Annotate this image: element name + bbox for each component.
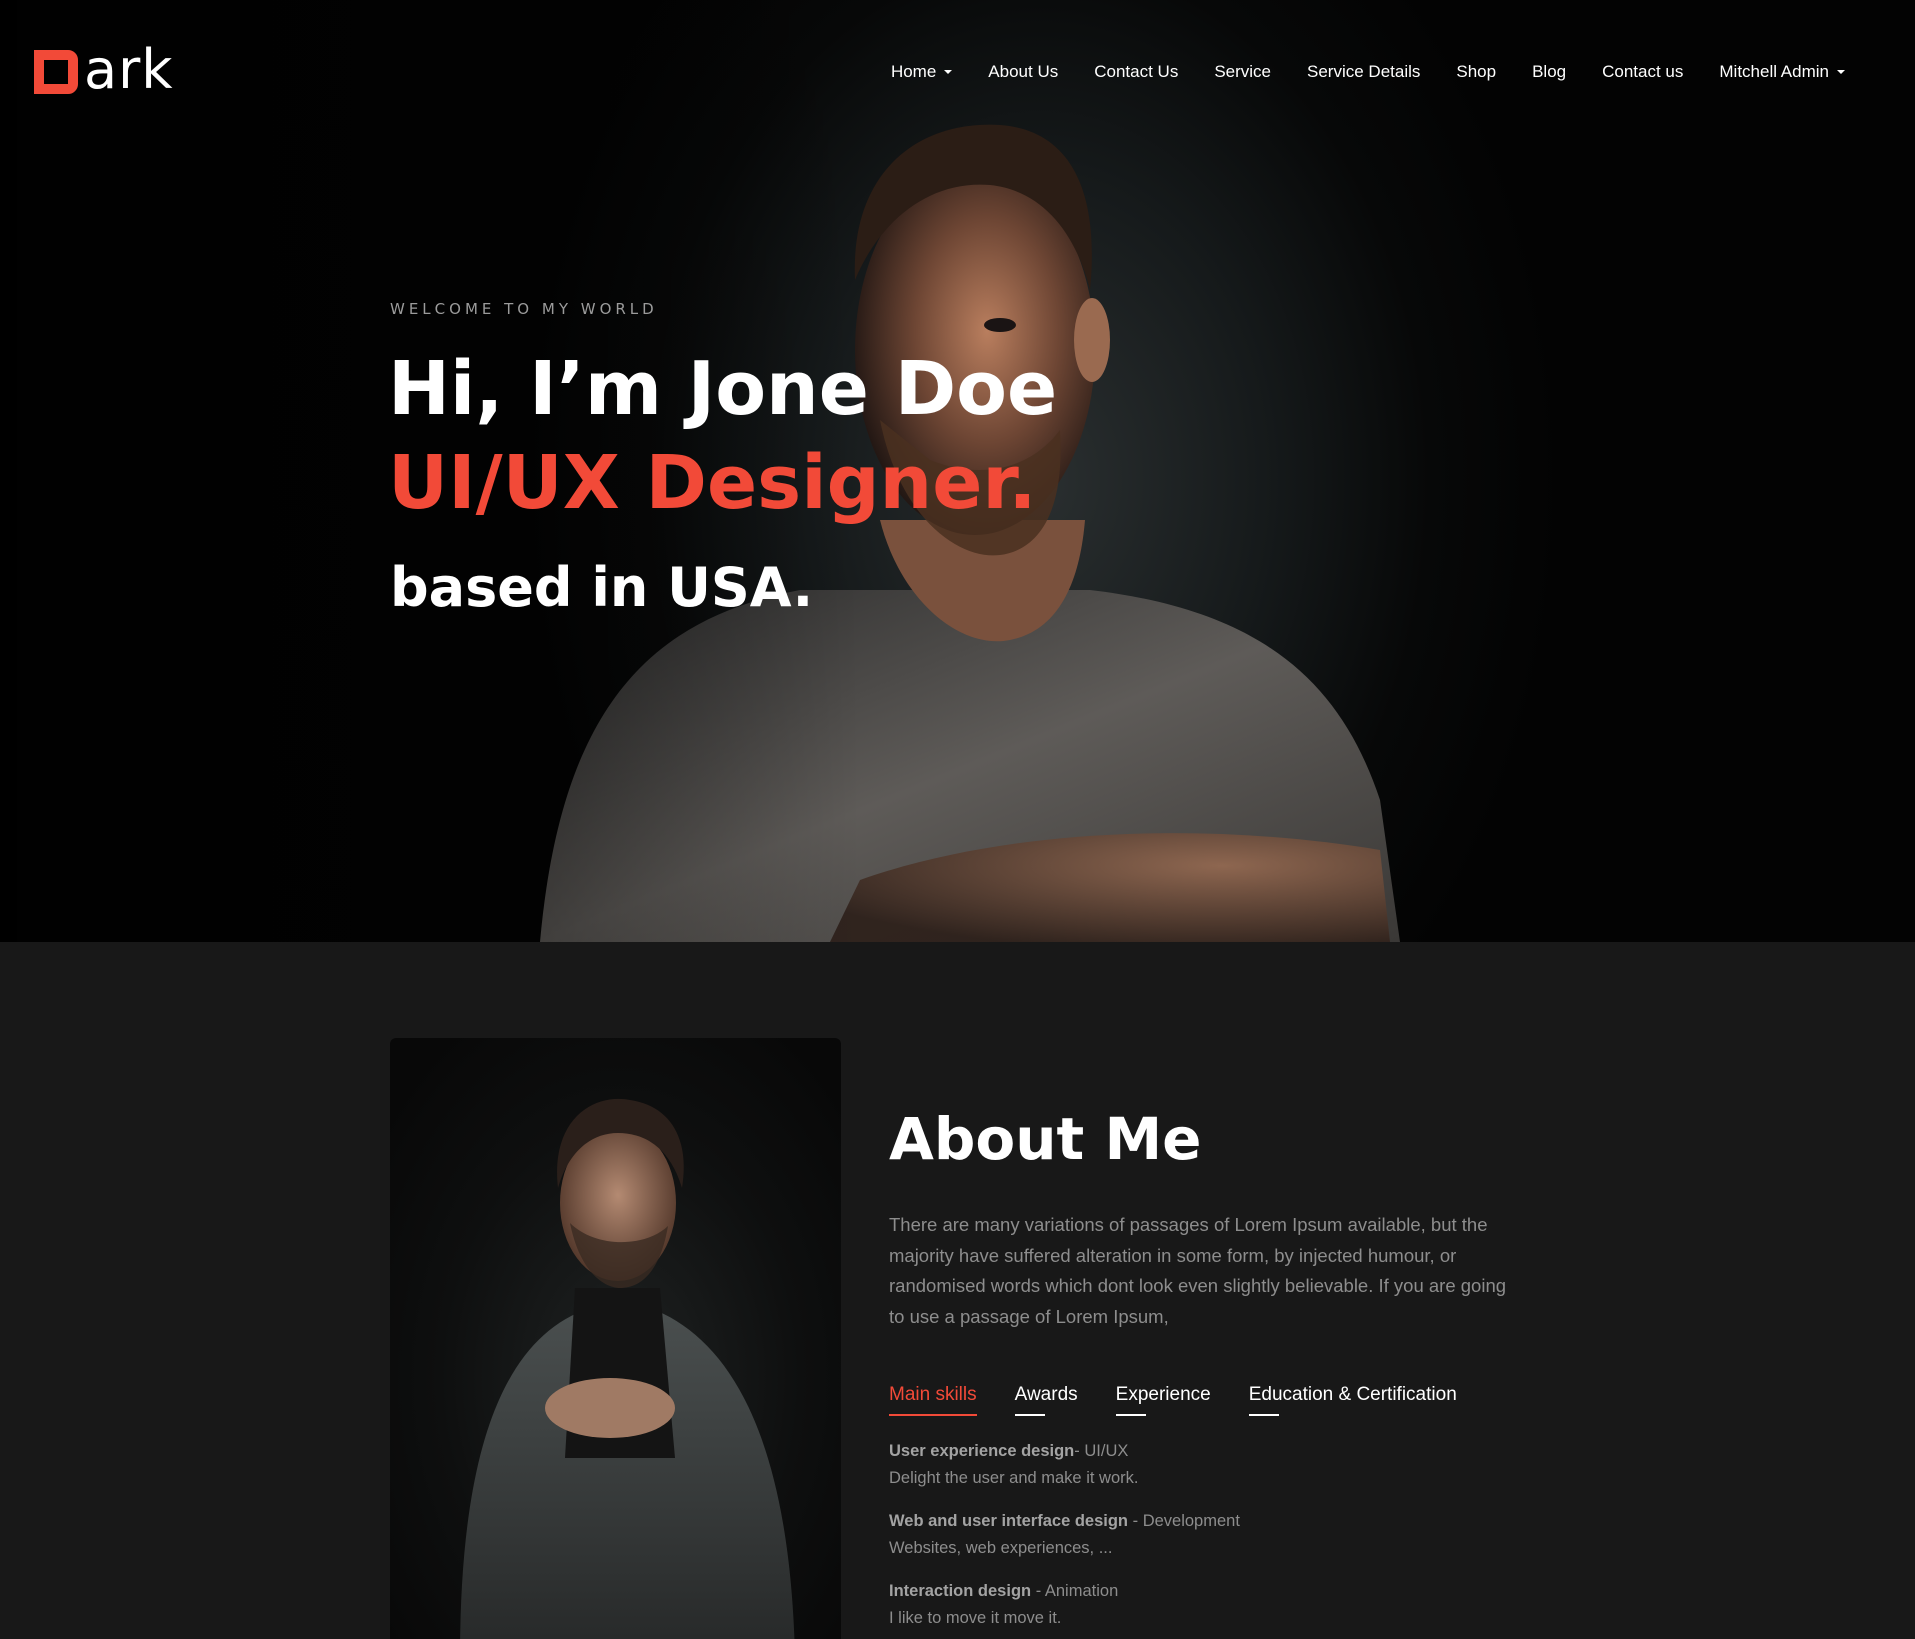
nav-item-service[interactable]: Service — [1196, 60, 1289, 84]
skill-title: User experience design — [889, 1442, 1075, 1460]
tab-awards[interactable]: Awards — [1014, 1384, 1078, 1416]
skill-heading: Interaction design - Animation — [889, 1578, 1529, 1605]
hero-role: UI/UX Designer. — [388, 440, 1037, 526]
nav-item-about-us[interactable]: About Us — [970, 60, 1076, 84]
list-item: Interaction design - Animation I like to… — [889, 1578, 1529, 1632]
about-tabs: Main skills Awards Experience Education … — [889, 1384, 1495, 1416]
skill-description: Delight the user and make it work. — [889, 1469, 1139, 1487]
tab-experience[interactable]: Experience — [1115, 1384, 1211, 1416]
nav-item-blog[interactable]: Blog — [1514, 60, 1584, 84]
skill-separator: - — [1074, 1442, 1085, 1460]
about-paragraph: There are many variations of passages of… — [889, 1214, 1507, 1327]
logo-d-mark — [34, 50, 78, 94]
main-navigation: Home About Us Contact Us Service Service… — [873, 60, 1863, 84]
hero-heading: Hi, I’m Jone Doe — [388, 346, 1058, 432]
skill-heading: Web and user interface design - Developm… — [889, 1508, 1529, 1535]
nav-item-label: About Us — [988, 62, 1059, 81]
tab-education-certification[interactable]: Education & Certification — [1248, 1384, 1457, 1416]
nav-item-label: Shop — [1456, 62, 1497, 81]
list-item: User experience design- UI/UX Delight th… — [889, 1438, 1529, 1492]
hero-location: based in USA. — [390, 556, 814, 619]
skill-tag: Animation — [1044, 1582, 1119, 1600]
nav-item-service-details[interactable]: Service Details — [1289, 60, 1438, 84]
nav-item-contact-us-2[interactable]: Contact us — [1584, 60, 1701, 84]
skill-title: Interaction design — [889, 1582, 1032, 1600]
skill-separator: - — [1128, 1512, 1143, 1530]
skill-description: Websites, web experiences, ... — [889, 1539, 1113, 1557]
logo-wordmark: ark — [84, 38, 174, 101]
about-title: About Me — [889, 1105, 1202, 1173]
list-item: Web and user interface design - Developm… — [889, 1508, 1529, 1562]
skill-separator: - — [1031, 1582, 1045, 1600]
caret-down-icon — [944, 70, 953, 74]
nav-item-label: Blog — [1532, 62, 1567, 81]
nav-item-label: Mitchell Admin — [1719, 62, 1829, 81]
skill-title: Web and user interface design — [889, 1512, 1129, 1530]
skill-description: I like to move it move it. — [889, 1609, 1062, 1627]
nav-item-label: Service Details — [1307, 62, 1421, 81]
hero-kicker: WELCOME TO MY WORLD — [390, 300, 658, 318]
skills-list: User experience design- UI/UX Delight th… — [889, 1438, 1529, 1639]
tab-main-skills[interactable]: Main skills — [889, 1384, 977, 1416]
skill-heading: User experience design- UI/UX — [889, 1438, 1529, 1465]
caret-down-icon — [1837, 70, 1845, 74]
nav-item-label: Service — [1214, 62, 1272, 81]
nav-item-user-menu[interactable]: Mitchell Admin — [1701, 60, 1863, 84]
nav-item-label: Contact us — [1602, 62, 1684, 81]
skill-tag: UI/UX — [1084, 1442, 1129, 1460]
nav-item-contact-us[interactable]: Contact Us — [1076, 60, 1196, 84]
about-photo — [390, 1038, 841, 1639]
nav-item-shop[interactable]: Shop — [1438, 60, 1514, 84]
nav-item-home[interactable]: Home — [873, 60, 970, 84]
nav-item-label: Home — [890, 62, 937, 81]
site-logo[interactable]: ark — [34, 40, 204, 100]
hero-section: ark Home About Us Contact Us Service Ser… — [0, 0, 1915, 942]
skill-tag: Development — [1142, 1512, 1240, 1530]
nav-item-label: Contact Us — [1094, 62, 1179, 81]
about-portrait-image — [460, 1098, 795, 1639]
